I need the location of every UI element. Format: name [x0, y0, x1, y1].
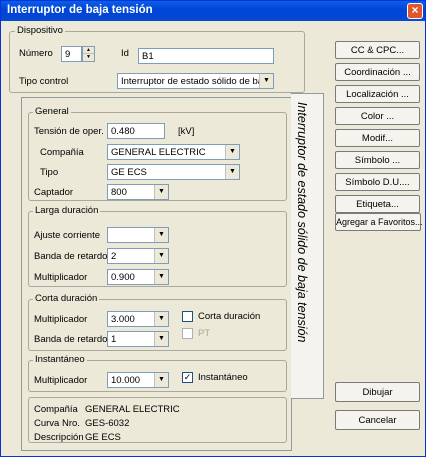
chevron-down-icon[interactable]: ▼ [225, 145, 239, 159]
inst-legend: Instantáneo [33, 354, 87, 365]
inst-mult-label: Multiplicador [34, 375, 88, 386]
ajuste-select[interactable]: ▼ [107, 227, 169, 243]
compania-label: Compañía [40, 147, 84, 158]
chevron-down-icon[interactable]: ▼ [154, 312, 168, 326]
id-label: Id [121, 48, 129, 59]
tipo-value: GE ECS [111, 167, 147, 178]
compania-select[interactable]: GENERAL ELECTRIC ▼ [107, 144, 240, 160]
dibujar-button[interactable]: Dibujar [335, 382, 420, 402]
id-input[interactable]: B1 [138, 48, 274, 64]
larga-mult-select[interactable]: 0.900 ▼ [107, 269, 169, 285]
tab-label: Interruptor de estado sólido de baja ten… [295, 102, 309, 343]
tension-input[interactable]: 0.480 [107, 123, 165, 139]
info-compania-label: Compañía [34, 404, 78, 415]
corta-duracion-checkbox[interactable] [182, 311, 193, 322]
corta-mult-select[interactable]: 3.000 ▼ [107, 311, 169, 327]
agregar-favoritos-button[interactable]: Agregar a Favoritos... [335, 213, 423, 231]
inst-mult-select[interactable]: 10.000 ▼ [107, 372, 169, 388]
pt-label: PT [198, 328, 211, 339]
chevron-down-icon[interactable]: ▼ [225, 165, 239, 179]
corta-banda-value: 1 [111, 334, 117, 345]
tension-unit: [kV] [178, 126, 195, 137]
info-descripcion-label: Descripción [34, 432, 84, 443]
color-button[interactable]: Color ... [335, 107, 420, 125]
info-curva-label: Curva Nro. [34, 418, 80, 429]
corta-mult-value: 3.000 [111, 314, 135, 325]
chevron-down-icon[interactable]: ▼ [154, 228, 168, 242]
corta-banda-select[interactable]: 1 ▼ [107, 331, 169, 347]
captador-label: Captador [34, 187, 74, 198]
larga-mult-value: 0.900 [111, 272, 135, 283]
larga-banda-value: 2 [111, 251, 117, 262]
inst-mult-value: 10.000 [111, 375, 141, 386]
corta-legend: Corta duración [33, 293, 100, 304]
chevron-down-icon[interactable]: ▼ [154, 373, 168, 387]
larga-mult-label: Multiplicador [34, 272, 88, 283]
compania-value: GENERAL ELECTRIC [111, 147, 206, 158]
spin-down-icon[interactable]: ▼ [83, 54, 94, 61]
numero-input[interactable]: 9 [61, 46, 82, 62]
cc-cpc-button[interactable]: CC & CPC... [335, 41, 420, 59]
window-title: Interruptor de baja tensión [7, 4, 153, 16]
corta-banda-label: Banda de retardo [34, 334, 108, 345]
chevron-down-icon[interactable]: ▼ [259, 74, 273, 88]
chevron-down-icon[interactable]: ▼ [154, 270, 168, 284]
tension-label: Tensión de oper. [34, 126, 104, 137]
instantaneo-label: Instantáneo [198, 372, 248, 383]
corta-duracion-label: Corta duración [198, 311, 261, 322]
numero-spinner[interactable]: ▲ ▼ [82, 46, 95, 62]
tipo-control-label: Tipo control [19, 76, 69, 87]
captador-value: 800 [111, 187, 127, 198]
localizacion-button[interactable]: Localización ... [335, 85, 420, 103]
dispositivo-legend: Dispositivo [15, 25, 65, 36]
info-descripcion-value: GE ECS [85, 432, 121, 443]
chevron-down-icon[interactable]: ▼ [154, 332, 168, 346]
chevron-down-icon[interactable]: ▼ [154, 185, 168, 199]
corta-mult-label: Multiplicador [34, 314, 88, 325]
spin-up-icon[interactable]: ▲ [83, 47, 94, 54]
title-bar: Interruptor de baja tensión × [1, 1, 425, 21]
tab-interruptor[interactable]: Interruptor de estado sólido de baja ten… [291, 93, 324, 399]
pt-checkbox[interactable] [182, 328, 193, 339]
modif-button[interactable]: Modif... [335, 129, 420, 147]
larga-legend: Larga duración [33, 205, 101, 216]
tipo-label: Tipo [40, 167, 59, 178]
close-button[interactable]: × [407, 3, 423, 19]
numero-label: Número [19, 48, 53, 59]
info-curva-value: GES-6032 [85, 418, 130, 429]
info-compania-value: GENERAL ELECTRIC [85, 404, 180, 415]
captador-select[interactable]: 800 ▼ [107, 184, 169, 200]
dialog-window: Interruptor de baja tensión × Dispositiv… [0, 0, 426, 457]
general-legend: General [33, 106, 71, 117]
tipo-select[interactable]: GE ECS ▼ [107, 164, 240, 180]
tipo-control-select[interactable]: Interruptor de estado sólido de baja ▼ [117, 73, 274, 89]
etiqueta-button[interactable]: Etiqueta... [335, 195, 420, 213]
chevron-down-icon[interactable]: ▼ [154, 249, 168, 263]
ajuste-label: Ajuste corriente [34, 230, 101, 241]
instantaneo-checkbox[interactable]: ✓ [182, 372, 193, 383]
larga-banda-label: Banda de retardo [34, 251, 108, 262]
simbolo-du-button[interactable]: Símbolo D.U.... [335, 173, 420, 191]
simbolo-button[interactable]: Símbolo ... [335, 151, 420, 169]
tipo-control-value: Interruptor de estado sólido de baja [121, 76, 271, 87]
larga-banda-select[interactable]: 2 ▼ [107, 248, 169, 264]
coordinacion-button[interactable]: Coordinación ... [335, 63, 420, 81]
cancelar-button[interactable]: Cancelar [335, 410, 420, 430]
